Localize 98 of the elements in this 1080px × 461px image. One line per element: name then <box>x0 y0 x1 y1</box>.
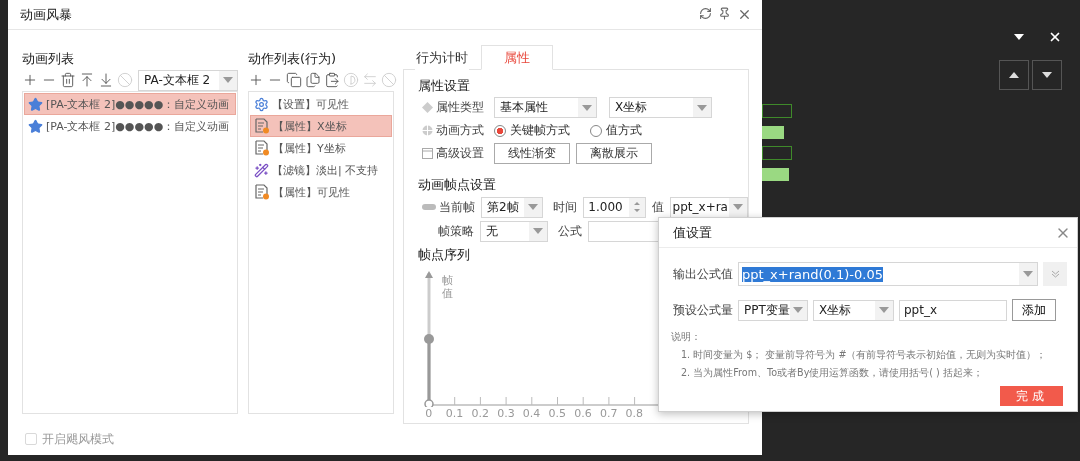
tick-label: 0.8 <box>624 407 645 421</box>
star-icon <box>28 96 43 112</box>
diamond-icon <box>422 102 433 114</box>
caret-icon <box>223 77 233 83</box>
field-label: 值 <box>651 198 664 216</box>
caret-icon <box>528 204 539 211</box>
field-label: 预设公式量 <box>673 301 733 319</box>
checkbox[interactable] <box>25 433 37 445</box>
section-title: 动画列表 <box>22 50 75 68</box>
caret-icon <box>733 204 743 211</box>
property-select[interactable]: X坐标 <box>609 97 712 119</box>
move-up-button[interactable] <box>999 60 1029 90</box>
note-text: 2. 当为属性From、To或者By使用运算函数，请使用括号( ) 括起来； <box>680 366 984 380</box>
caret-icon <box>1023 271 1033 277</box>
window-title: 动画风暴 <box>20 5 72 24</box>
radio-icon[interactable] <box>494 124 506 137</box>
section-title: 帧点序列 <box>418 246 471 265</box>
files-icon[interactable] <box>305 72 321 88</box>
field-label: 属性类型 <box>422 99 488 117</box>
time-field[interactable]: 1.000 <box>583 196 646 218</box>
tick-label: 0.6 <box>573 407 593 421</box>
gear-icon <box>254 96 269 112</box>
animation-item[interactable]: [PA-文本框 2]●●●●●：自定义动画 <box>24 115 236 137</box>
plus-icon[interactable] <box>248 72 264 88</box>
advanced-button[interactable]: 离散展示 <box>576 143 652 165</box>
clipboard-icon[interactable] <box>324 72 340 88</box>
field-label: 时间 <box>553 198 578 216</box>
action-item[interactable]: 【滤镜】淡出| 不支持 <box>250 159 392 181</box>
tick-label: 0.5 <box>547 407 568 421</box>
tick-label: 0.4 <box>521 407 542 421</box>
tick-label: 0.1 <box>444 407 465 421</box>
tab[interactable]: 属性 <box>481 45 553 70</box>
wand-icon <box>254 162 269 178</box>
section-title: 动作列表(行为) <box>248 50 338 68</box>
copy-icon[interactable] <box>286 72 302 88</box>
strategy-select[interactable]: 无 <box>480 220 548 242</box>
field-label: 帧策略 <box>438 222 474 240</box>
property-select[interactable]: X坐标 <box>813 299 894 321</box>
tick-label: 0.7 <box>598 407 619 421</box>
document-icon <box>254 118 270 134</box>
pin-icon[interactable] <box>718 7 731 20</box>
caret-icon <box>533 228 543 235</box>
field-label: 公式 <box>558 222 582 240</box>
document-icon <box>254 184 270 200</box>
notes-title: 说明： <box>671 330 702 344</box>
caret-icon <box>582 104 592 111</box>
value-select[interactable]: ppt_x+ra <box>669 196 748 218</box>
action-item[interactable]: 【属性】X坐标 <box>250 115 392 137</box>
caret-icon <box>697 104 707 111</box>
animation-item[interactable]: [PA-文本框 2]●●●●●：自定义动画 <box>24 93 236 115</box>
field-label: 高级设置 <box>422 145 488 163</box>
document-icon <box>254 140 270 156</box>
action-item[interactable]: 【设置】可见性 <box>250 93 392 115</box>
source-select[interactable]: PPT变量 <box>738 299 808 321</box>
chevrons-icon <box>1050 270 1060 278</box>
axis-label: 帧值 <box>442 275 453 301</box>
action-item[interactable]: 【属性】可见性 <box>250 181 392 203</box>
radio-icon[interactable] <box>590 124 602 137</box>
variable-field[interactable]: ppt_x <box>899 299 1007 321</box>
spin-icon <box>633 201 640 214</box>
target-select[interactable]: PA-文本框 2 <box>138 69 238 91</box>
plus-icon[interactable] <box>22 72 38 88</box>
field-label: 输出公式值 <box>673 265 733 283</box>
caret-up-icon <box>1009 72 1019 78</box>
formula-field[interactable]: ppt_x+rand(0.1)-0.05 <box>738 262 1038 286</box>
mode-radio[interactable]: 关键帧方式 <box>494 122 570 140</box>
tick-label: 0.2 <box>470 407 490 421</box>
trash-icon[interactable] <box>60 72 76 88</box>
dialog-title: 值设置 <box>673 223 712 242</box>
caret-icon <box>1014 34 1024 40</box>
refresh-icon[interactable] <box>699 7 712 20</box>
close-icon[interactable] <box>1048 30 1062 44</box>
tick-label: 0 <box>424 407 434 421</box>
section-title: 属性设置 <box>418 77 471 95</box>
tick-label: 0.3 <box>496 407 516 421</box>
field-label: 当前帧 <box>422 198 475 216</box>
caret-icon <box>793 307 804 313</box>
advanced-button[interactable]: 线性渐变 <box>494 143 570 165</box>
arrow-down-icon[interactable] <box>98 72 114 88</box>
tag-icon <box>422 204 436 211</box>
add-button[interactable]: 添加 <box>1012 299 1056 321</box>
caret-icon <box>879 307 889 313</box>
window-icon <box>422 148 433 160</box>
selected-text: ppt_x+rand(0.1)-0.05 <box>742 266 883 282</box>
type-select[interactable]: 基本属性 <box>494 97 597 119</box>
star-icon <box>28 118 43 134</box>
action-item[interactable]: 【属性】Y坐标 <box>250 137 392 159</box>
target-icon <box>422 125 433 137</box>
frame-select[interactable]: 第2帧 <box>481 196 544 218</box>
arrow-up-icon[interactable] <box>79 72 95 88</box>
section-title: 动画帧点设置 <box>418 176 497 195</box>
note-text: 1. 时间变量为 $； 变量前导符号为 #（有前导符号表示初始值，无则为实时值）； <box>680 348 1048 362</box>
move-down-button[interactable] <box>1032 60 1062 90</box>
field-label: 动画方式 <box>422 122 488 140</box>
caret-down-icon <box>1042 72 1052 78</box>
keyframe-point[interactable] <box>424 334 434 345</box>
checkbox-label: 开启飓风模式 <box>42 430 114 448</box>
mode-radio[interactable]: 值方式 <box>590 122 642 140</box>
